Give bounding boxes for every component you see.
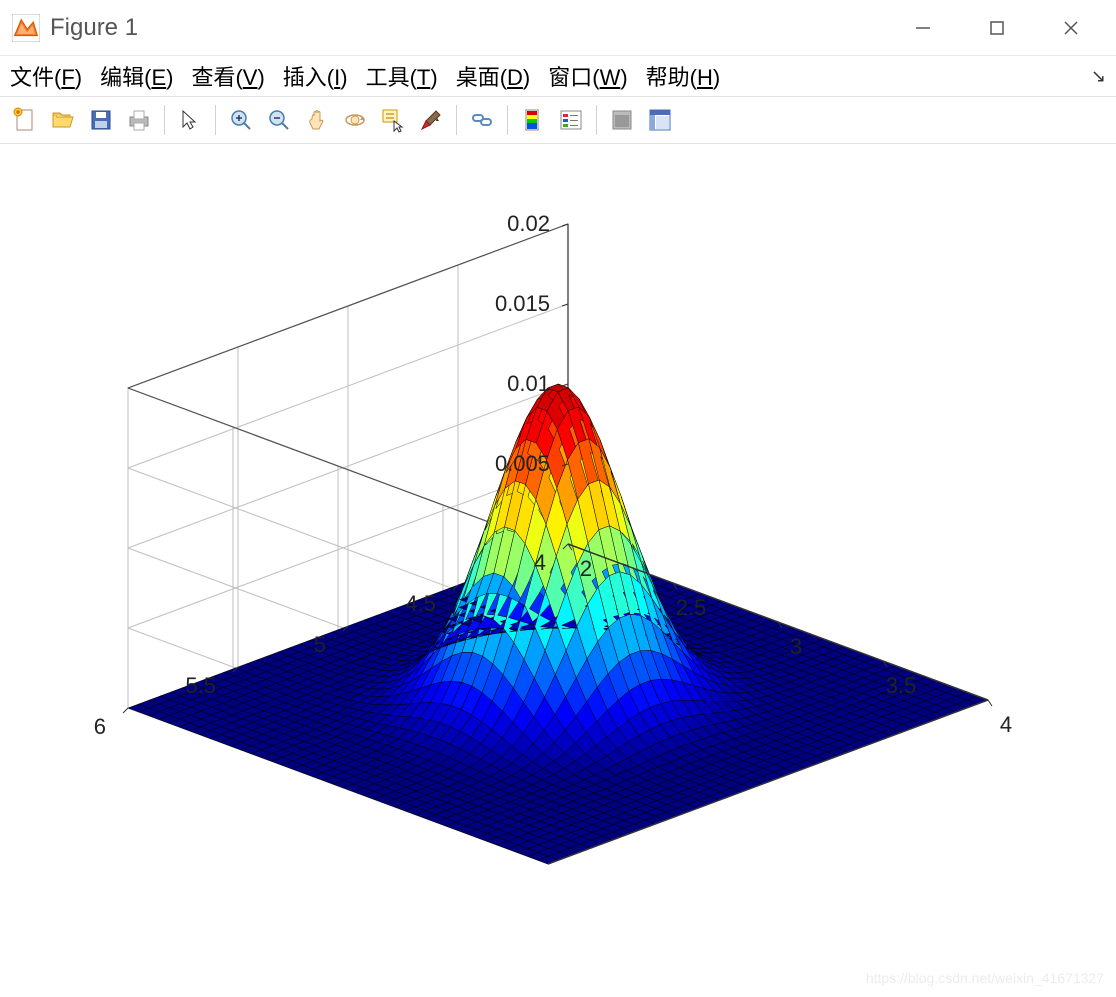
svg-text:2.5: 2.5 <box>676 595 707 620</box>
new-file-icon <box>12 107 38 133</box>
menu-file[interactable]: 文件(F) <box>10 60 82 92</box>
data-cursor-icon <box>380 107 406 133</box>
pointer-button[interactable] <box>173 103 207 137</box>
toolbar-separator <box>456 105 457 135</box>
app-icon <box>12 14 40 42</box>
toolbar <box>0 96 1116 144</box>
hide-tools-button[interactable] <box>605 103 639 137</box>
menu-window[interactable]: 窗口(W) <box>548 60 627 92</box>
show-tools-button[interactable] <box>643 103 677 137</box>
menu-bar: 文件(F) 编辑(E) 查看(V) 插入(I) 工具(T) 桌面(D) 窗口(W… <box>0 56 1116 96</box>
brush-icon <box>418 107 444 133</box>
folder-open-icon <box>50 107 76 133</box>
toolbar-separator <box>507 105 508 135</box>
window-controls <box>910 15 1104 41</box>
rotate-button[interactable] <box>338 103 372 137</box>
toolbar-separator <box>164 105 165 135</box>
save-button[interactable] <box>84 103 118 137</box>
close-icon <box>1062 19 1080 37</box>
data-cursor-button[interactable] <box>376 103 410 137</box>
figure-canvas[interactable]: 2 2.5 3 3.5 4 4 4.5 5 5.5 6 0.005 0.01 0.015 0.02 htt… <box>0 144 1116 992</box>
toolbar-separator <box>596 105 597 135</box>
open-button[interactable] <box>46 103 80 137</box>
close-button[interactable] <box>1058 15 1084 41</box>
menu-desktop[interactable]: 桌面(D) <box>456 60 531 92</box>
svg-text:5: 5 <box>314 632 326 657</box>
menu-dock-arrow-icon[interactable]: ↘ <box>1091 66 1106 87</box>
menu-insert[interactable]: 插入(I) <box>283 60 348 92</box>
zoom-out-icon <box>266 107 292 133</box>
svg-text:0.005: 0.005 <box>495 451 550 476</box>
svg-text:4: 4 <box>534 550 546 575</box>
legend-icon <box>558 107 584 133</box>
zoom-out-button[interactable] <box>262 103 296 137</box>
menu-help[interactable]: 帮助(H) <box>646 60 721 92</box>
svg-text:4: 4 <box>1000 712 1012 737</box>
colorbar-button[interactable] <box>516 103 550 137</box>
svg-text:0.02: 0.02 <box>507 211 550 236</box>
zoom-in-icon <box>228 107 254 133</box>
menu-edit[interactable]: 编辑(E) <box>100 60 173 92</box>
svg-text:3: 3 <box>790 634 802 659</box>
svg-text:0.015: 0.015 <box>495 291 550 316</box>
save-icon <box>88 107 114 133</box>
svg-text:2: 2 <box>580 556 592 581</box>
watermark: https://blog.csdn.net/weixin_41671327 <box>866 970 1104 986</box>
pointer-icon <box>177 107 203 133</box>
pan-button[interactable] <box>300 103 334 137</box>
maximize-icon <box>988 19 1006 37</box>
rotate-3d-icon <box>342 107 368 133</box>
brush-button[interactable] <box>414 103 448 137</box>
link-icon <box>469 107 495 133</box>
svg-text:0.01: 0.01 <box>507 371 550 396</box>
minimize-button[interactable] <box>910 15 936 41</box>
surface-plot: 2 2.5 3 3.5 4 4 4.5 5 5.5 6 0.005 0.01 0.015 0.02 <box>0 144 1116 992</box>
toolbar-separator <box>215 105 216 135</box>
title-bar: Figure 1 <box>0 0 1116 56</box>
maximize-button[interactable] <box>984 15 1010 41</box>
hand-icon <box>304 107 330 133</box>
hide-tools-icon <box>609 107 635 133</box>
show-tools-icon <box>647 107 673 133</box>
print-icon <box>126 107 152 133</box>
svg-text:6: 6 <box>94 714 106 739</box>
menu-view[interactable]: 查看(V) <box>191 60 264 92</box>
print-button[interactable] <box>122 103 156 137</box>
menu-tools[interactable]: 工具(T) <box>366 60 438 92</box>
colorbar-icon <box>520 107 546 133</box>
legend-button[interactable] <box>554 103 588 137</box>
svg-text:4.5: 4.5 <box>405 591 436 616</box>
window-title: Figure 1 <box>50 14 910 42</box>
minimize-icon <box>914 19 932 37</box>
link-button[interactable] <box>465 103 499 137</box>
svg-text:5.5: 5.5 <box>185 673 216 698</box>
svg-text:3.5: 3.5 <box>886 673 917 698</box>
new-figure-button[interactable] <box>8 103 42 137</box>
zoom-in-button[interactable] <box>224 103 258 137</box>
